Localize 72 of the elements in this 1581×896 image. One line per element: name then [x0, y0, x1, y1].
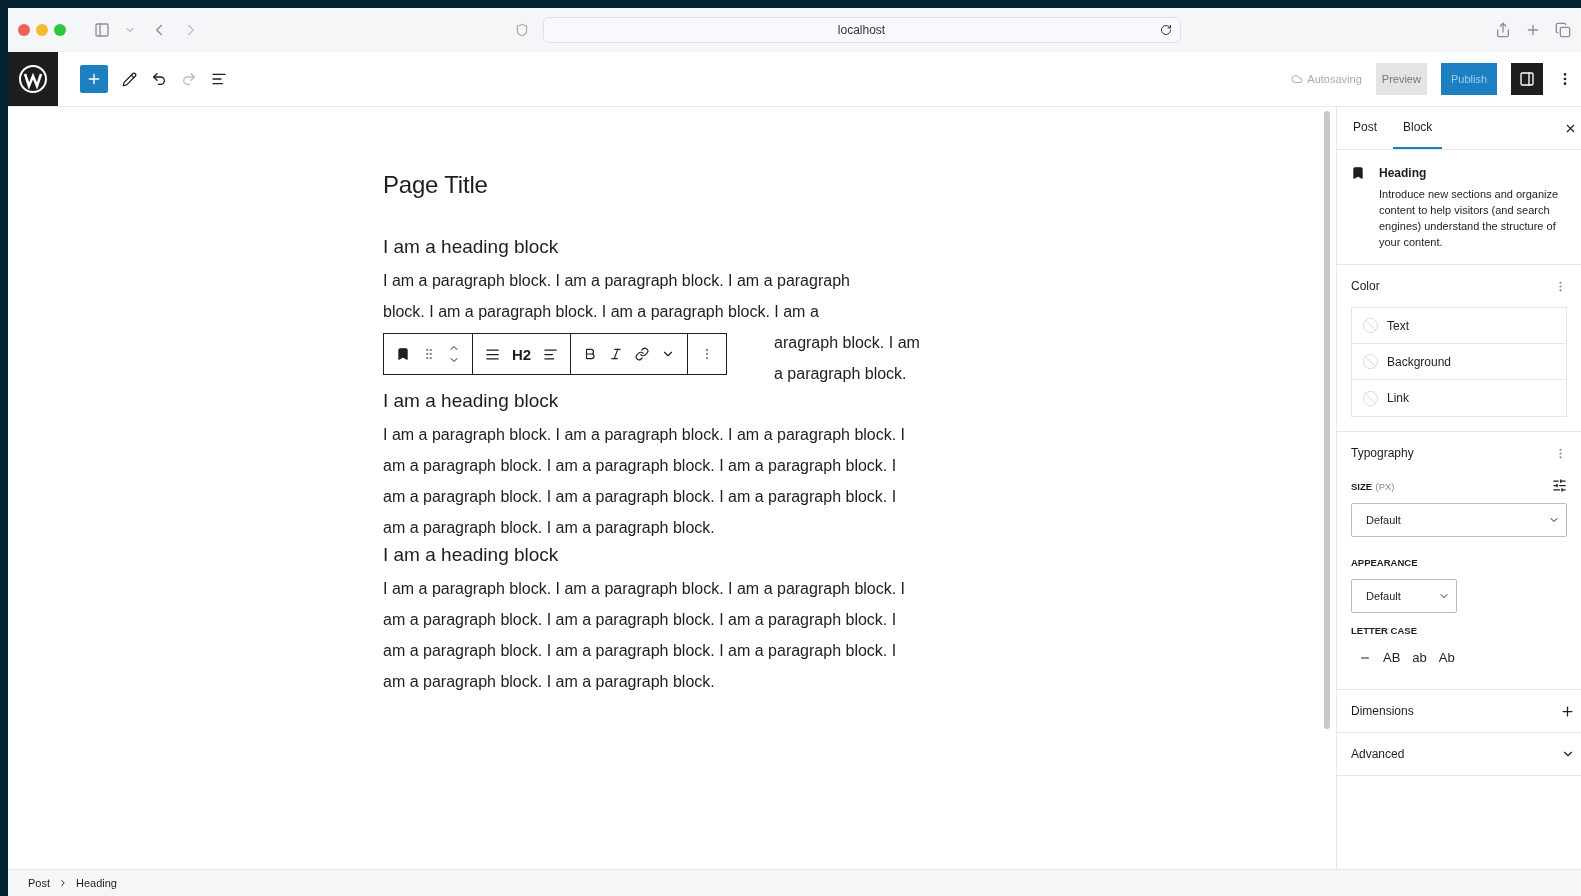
letter-case-option[interactable]: AB: [1383, 650, 1401, 665]
address-text: localhost: [837, 23, 886, 37]
custom-size-icon[interactable]: [1552, 478, 1567, 493]
color-label: Background: [1387, 354, 1452, 369]
field-label: SIZE: [1351, 480, 1373, 492]
autosave-status: Autosaving: [1291, 73, 1362, 85]
italic-icon[interactable]: [609, 347, 624, 361]
text-align-icon[interactable]: [543, 346, 559, 362]
section-title: Typography: [1351, 446, 1414, 460]
breadcrumb-item[interactable]: Heading: [76, 877, 117, 889]
heading-level-button[interactable]: H2: [512, 345, 532, 363]
logo-icon[interactable]: [8, 52, 58, 106]
heading-block[interactable]: I am a heading block: [383, 235, 1324, 259]
paragraph-line[interactable]: block. I am a paragraph block. I am a paragraph block. I am a: [383, 303, 819, 320]
empty-swatch-icon: [1362, 353, 1379, 370]
empty-swatch-icon: [1362, 389, 1379, 407]
empty-swatch-icon: [1362, 317, 1379, 334]
add-block-button[interactable]: [80, 65, 108, 93]
plus-icon: [86, 71, 102, 87]
list-view-icon[interactable]: [211, 71, 227, 87]
link-icon[interactable]: [635, 347, 650, 361]
color-option[interactable]: Background: [1352, 344, 1566, 380]
pencil-icon[interactable]: [122, 71, 137, 87]
sidebar-toggle-icon[interactable]: [94, 22, 110, 38]
panel-icon: [1519, 71, 1535, 87]
size-select[interactable]: Default: [1351, 503, 1567, 537]
minimize-dot-icon: [36, 24, 48, 36]
color-label: Text: [1387, 318, 1409, 333]
bookmark-icon[interactable]: [396, 347, 410, 361]
chevron-right-icon: [58, 878, 68, 888]
align-icon[interactable]: [485, 346, 500, 362]
breadcrumb-item[interactable]: Post: [28, 877, 50, 889]
appearance-select[interactable]: Default: [1351, 579, 1457, 613]
preview-button[interactable]: Preview: [1375, 63, 1427, 95]
sidebar-tab[interactable]: Block: [1393, 107, 1443, 149]
color-option[interactable]: Link: [1352, 380, 1566, 416]
sidebar-tab[interactable]: Post: [1343, 107, 1387, 149]
share-icon[interactable]: [1495, 22, 1511, 38]
section-title: Color: [1351, 279, 1380, 293]
undo-icon[interactable]: [151, 71, 167, 87]
field-label: LETTER CASE: [1351, 625, 1418, 636]
shield-icon[interactable]: [514, 23, 529, 37]
bookmark-icon: [1351, 166, 1365, 180]
redo-icon[interactable]: [181, 71, 197, 87]
unit-label: (PX): [1375, 480, 1395, 492]
bold-icon[interactable]: [583, 347, 598, 361]
panel-header[interactable]: Dimensions: [1337, 690, 1581, 733]
color-option[interactable]: Text: [1352, 308, 1566, 344]
reload-icon: [1159, 24, 1172, 36]
maximize-dot-icon: [54, 24, 66, 36]
color-label: Link: [1387, 391, 1409, 405]
block-name: Heading: [1379, 166, 1428, 180]
settings-button[interactable]: [1511, 63, 1543, 95]
tabs-overview-icon[interactable]: [1555, 22, 1571, 38]
paragraph-block[interactable]: I am a paragraph block. I am a paragraph block. I am a paragraph block. I am a paragraph block. I am a paragraph block. I am a paragraph block. I am a paragraph block. I am a paragraph block. I am a paragraph block. I am a paragraph block. I am a paragraph block.: [383, 419, 913, 543]
paragraph-block[interactable]: I am a paragraph block. I am a paragraph block. I am a paragraph block. I am a paragraph block. I am a paragraph block. I am a paragraph block. I am a paragraph block. I am a paragraph block. I am a paragraph block. I am a paragraph block. I am a paragraph block.: [383, 573, 913, 697]
field-label: APPEARANCE: [1351, 557, 1418, 568]
paragraph-line[interactable]: aragraph block. I am: [774, 334, 920, 351]
panel-header[interactable]: Advanced: [1337, 733, 1581, 776]
plus-icon: [1560, 703, 1575, 719]
letter-case-option[interactable]: Ab: [1438, 650, 1455, 665]
paragraph-line[interactable]: a paragraph block.: [774, 365, 907, 382]
new-tab-icon[interactable]: [1525, 22, 1541, 38]
heading-block[interactable]: I am a heading block: [383, 543, 1324, 567]
heading-block[interactable]: I am a heading block: [383, 389, 1324, 413]
page-title[interactable]: Page Title: [383, 171, 1324, 199]
paragraph-line[interactable]: I am a paragraph block. I am a paragraph block. I am a paragraph: [383, 272, 850, 289]
address-bar[interactable]: localhost: [542, 17, 1181, 43]
close-dot-icon: [18, 24, 30, 36]
letter-case-option[interactable]: ab: [1412, 650, 1427, 665]
cloud-icon: [1291, 73, 1304, 85]
block-description: Introduce new sections and organize content to help visitors (and search engines) understand the structure of your content.: [1379, 187, 1560, 250]
